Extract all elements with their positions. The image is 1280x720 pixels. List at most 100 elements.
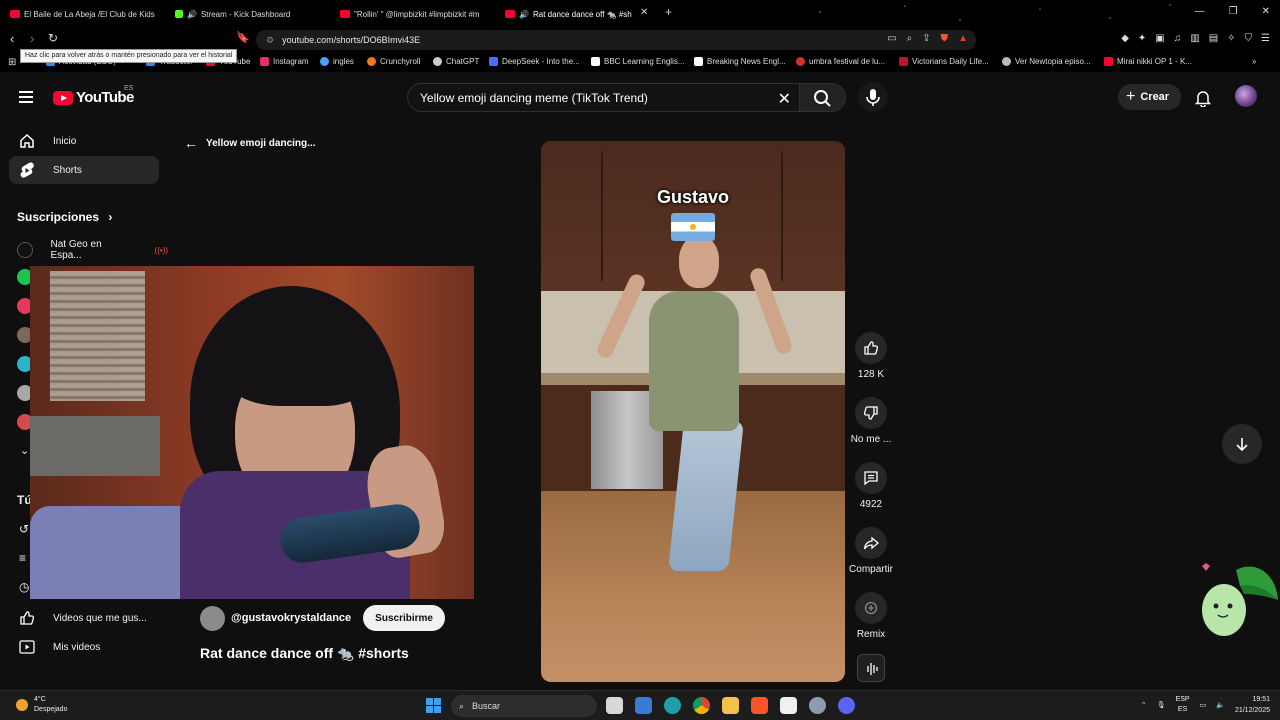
task-view-icon[interactable]	[606, 697, 623, 714]
back-arrow-icon[interactable]: ‹	[10, 31, 14, 46]
notifications-button[interactable]	[1194, 89, 1212, 112]
bookmark-favicon-icon	[1002, 57, 1011, 66]
chevron-down-icon[interactable]: ⌄	[20, 444, 29, 457]
search-input[interactable]: Yellow emoji dancing meme (TikTok Trend)…	[407, 83, 800, 112]
history-icon[interactable]: ↺	[19, 522, 29, 536]
subscription-item[interactable]: Nat Geo en Espa... ((•))	[17, 239, 168, 261]
channel-name[interactable]: @gustavokrystaldance	[231, 612, 351, 624]
sidebar-item-home[interactable]: Inicio	[9, 127, 159, 155]
store-icon[interactable]	[635, 697, 652, 714]
windows-start-icon[interactable]	[426, 698, 441, 713]
bookmark-item[interactable]: Breaking News Engl...	[694, 57, 786, 66]
bookmark-item[interactable]: Victorians Daily Life...	[899, 57, 989, 66]
dislike-button[interactable]	[855, 397, 887, 429]
sidebar-item-my-videos[interactable]: Mis videos	[9, 633, 159, 661]
hamburger-menu-icon[interactable]	[19, 91, 33, 103]
tab-0[interactable]: El Baile de La Abeja /El Club de Kids	[10, 5, 160, 23]
more-bookmarks-icon[interactable]: »	[1252, 57, 1256, 66]
taskbar-search[interactable]: ⌕ Buscar	[451, 695, 597, 717]
live-indicator-icon: ((•))	[154, 245, 168, 255]
puzzle-extensions-icon[interactable]: ✦	[1138, 33, 1146, 44]
reload-icon[interactable]: ↻	[48, 31, 58, 45]
edge-icon[interactable]	[664, 697, 681, 714]
brave-rewards-icon[interactable]: ▲	[958, 33, 968, 44]
media-icon[interactable]: ♫	[1174, 33, 1182, 44]
bookmark-item[interactable]: ingles	[320, 57, 354, 66]
chrome-icon[interactable]	[693, 697, 710, 714]
sidebar-item-liked[interactable]: Videos que me gus...	[9, 604, 159, 632]
system-tray: ⌃ 🎙 ESP ES ▭ 🔈 19:51 21/12/2025	[1141, 694, 1270, 716]
close-tab-icon[interactable]: ✕	[640, 7, 648, 18]
tab-2[interactable]: "Rollin' " @limpbizkit #limpbizkit #m	[340, 5, 490, 23]
tray-chevron-icon[interactable]: ⌃	[1141, 701, 1147, 709]
network-icon[interactable]: ▭	[1200, 701, 1207, 709]
vpn-icon[interactable]: ⛉	[1245, 33, 1253, 44]
bookmark-icon[interactable]: 🔖	[236, 31, 250, 44]
remix-button[interactable]	[855, 592, 887, 624]
bookmark-item[interactable]: Instagram	[260, 57, 309, 66]
bookmark-item[interactable]: DeepSeek - Into the...	[489, 57, 580, 66]
close-window-icon[interactable]: ✕	[1262, 6, 1270, 17]
discord-icon[interactable]	[838, 697, 855, 714]
bookmark-item[interactable]: Crunchyroll	[367, 57, 420, 66]
microphone-tray-icon[interactable]: 🎙	[1157, 701, 1166, 709]
ai-icon[interactable]: ✧	[1227, 33, 1235, 44]
dancer-body	[649, 291, 739, 431]
menu-icon[interactable]: ☰	[1261, 33, 1270, 44]
file-explorer-icon[interactable]	[722, 697, 739, 714]
bookmark-item[interactable]: ChatGPT	[433, 57, 479, 66]
search-button[interactable]	[800, 83, 846, 112]
share-label: Compartir	[849, 564, 893, 575]
language-indicator[interactable]: ESP ES	[1176, 695, 1190, 715]
original-sound-button[interactable]	[857, 654, 885, 682]
share-icon[interactable]: ⇪	[922, 33, 930, 44]
voice-search-button[interactable]	[858, 82, 888, 112]
settings-icon[interactable]	[809, 697, 826, 714]
restore-icon[interactable]: ❐	[1229, 6, 1238, 17]
shorts-video-player[interactable]: Gustavo	[541, 141, 845, 682]
share-button[interactable]	[855, 527, 887, 559]
apps-grid-icon[interactable]: ⊞	[8, 57, 16, 68]
sidebar-item-shorts[interactable]: Shorts	[9, 156, 159, 184]
volume-icon[interactable]: 🔈	[1216, 701, 1225, 709]
zoom-icon[interactable]: ⌕	[907, 33, 913, 44]
channel-avatar[interactable]	[200, 605, 225, 631]
like-button[interactable]	[855, 332, 887, 364]
bookmark-item[interactable]: Mirai nikki OP 1 - K...	[1104, 57, 1192, 66]
bookmark-item[interactable]: Ver Newtopia episo...	[1002, 57, 1091, 66]
playlists-icon[interactable]: ≡	[19, 551, 26, 565]
site-info-icon[interactable]: ⚙	[266, 35, 274, 46]
address-bar[interactable]: ⚙ youtube.com/shorts/DO6BImvi43E ▭ ⌕ ⇪ ⛊…	[256, 30, 976, 50]
tab-3-active[interactable]: 🔊 Rat dance dance off 🐀 #sh	[505, 5, 633, 23]
brave-icon[interactable]	[751, 697, 768, 714]
next-short-button[interactable]	[1222, 424, 1262, 464]
sidebar-icon[interactable]: ▥	[1190, 33, 1199, 44]
bookmark-item[interactable]: BBC Learning Englis...	[591, 57, 685, 66]
create-button[interactable]: + Crear	[1118, 84, 1182, 110]
bookmark-item[interactable]: umbra festival de lu...	[796, 57, 885, 66]
brave-shield-icon[interactable]: ⛊	[941, 33, 949, 44]
cast-icon[interactable]: ▭	[887, 33, 896, 44]
arrow-left-icon: ←	[184, 135, 198, 151]
clock[interactable]: 19:51 21/12/2025	[1235, 694, 1270, 716]
clear-search-icon[interactable]: ✕	[778, 89, 791, 109]
youtube-logo[interactable]: YouTube	[53, 89, 134, 106]
screenshot-icon[interactable]: ▣	[1155, 33, 1164, 44]
audio-wave-icon	[867, 663, 878, 675]
wallet-icon[interactable]: ◆	[1121, 33, 1129, 44]
url-text: youtube.com/shorts/DO6BImvi43E	[282, 35, 421, 45]
document-icon[interactable]	[780, 697, 797, 714]
wallet-card-icon[interactable]: ▤	[1209, 33, 1218, 44]
subscribe-button[interactable]: Suscribirme	[363, 605, 445, 631]
new-tab-icon[interactable]: +	[665, 5, 672, 19]
comments-button[interactable]	[855, 462, 887, 494]
minimize-icon[interactable]: —	[1195, 6, 1205, 17]
bookmark-favicon-icon	[694, 57, 703, 66]
back-to-search-link[interactable]: ← Yellow emoji dancing...	[184, 135, 315, 151]
weather-widget[interactable]: 4°C Despejado	[16, 695, 67, 715]
watch-later-icon[interactable]: ◷	[19, 580, 29, 594]
account-avatar[interactable]	[1235, 85, 1257, 107]
subscriptions-heading[interactable]: Suscripciones ›	[17, 210, 112, 224]
forward-arrow-icon[interactable]: ›	[30, 31, 34, 46]
tab-1[interactable]: 🔊 Stream - Kick Dashboard	[175, 5, 325, 23]
